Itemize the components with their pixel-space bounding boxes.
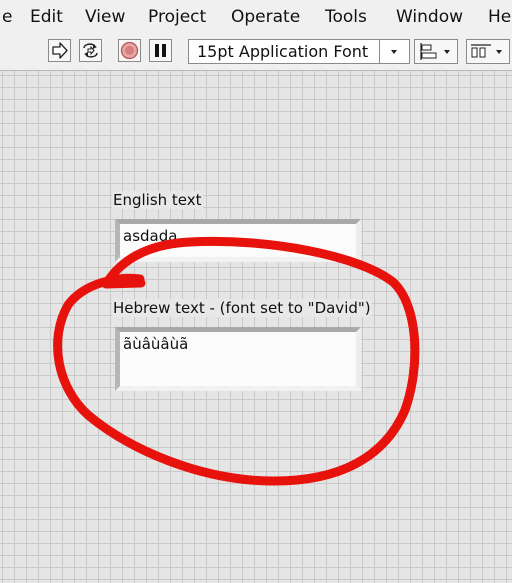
- abort-execution-icon: [120, 41, 139, 60]
- chevron-down-icon[interactable]: [379, 40, 409, 63]
- menu-bar: e Edit View Project Operate Tools Window…: [0, 0, 512, 34]
- menu-tools[interactable]: Tools: [325, 6, 367, 28]
- align-objects-icon: [420, 43, 450, 60]
- run-arrow-icon: [52, 42, 68, 59]
- menu-operate[interactable]: Operate: [231, 6, 300, 28]
- hebrew-text-control[interactable]: ãùâùâùã: [115, 327, 361, 391]
- english-text-value: asdada: [123, 227, 178, 245]
- menu-file[interactable]: e: [2, 6, 12, 28]
- front-panel-canvas[interactable]: English text asdada Hebrew text - (font …: [0, 71, 512, 583]
- english-text-label: English text: [112, 191, 203, 209]
- distribute-objects-icon: [471, 44, 502, 58]
- font-select[interactable]: 15pt Application Font: [188, 39, 410, 64]
- run-continuously-icon: [83, 43, 98, 58]
- menu-view[interactable]: View: [85, 6, 125, 28]
- hebrew-text-value: ãùâùâùã: [123, 335, 189, 353]
- toolbar: 15pt Application Font: [0, 34, 512, 71]
- menu-project[interactable]: Project: [148, 6, 206, 28]
- align-objects-button[interactable]: [414, 39, 458, 64]
- menu-edit[interactable]: Edit: [30, 6, 63, 28]
- menu-window[interactable]: Window: [396, 6, 463, 28]
- font-select-value: 15pt Application Font: [197, 42, 369, 61]
- pause-button[interactable]: [149, 39, 172, 62]
- abort-button[interactable]: [118, 39, 141, 62]
- run-continuously-button[interactable]: [79, 39, 102, 62]
- english-text-control[interactable]: asdada: [115, 219, 361, 262]
- run-button[interactable]: [48, 39, 71, 62]
- hebrew-text-label: Hebrew text - (font set to "David"): [112, 299, 372, 317]
- menu-help[interactable]: He: [488, 6, 511, 28]
- distribute-objects-button[interactable]: [466, 39, 510, 64]
- pause-icon: [155, 44, 166, 57]
